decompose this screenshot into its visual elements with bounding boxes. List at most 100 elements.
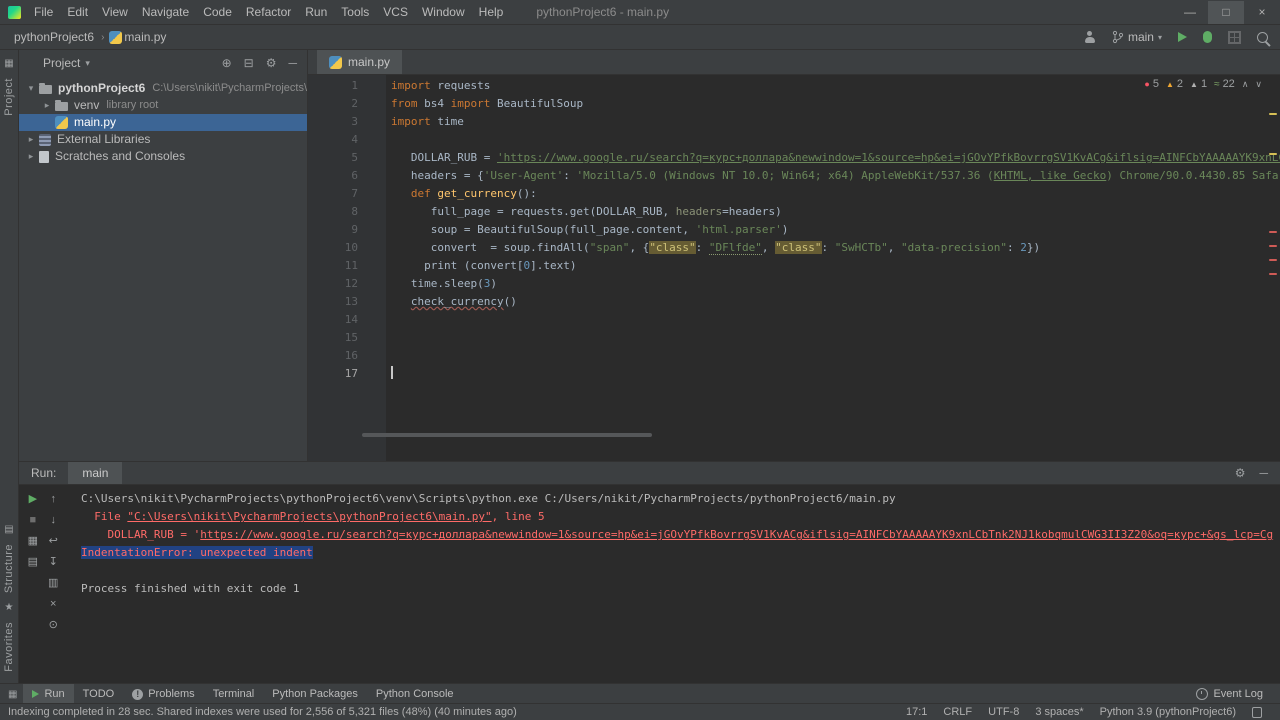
tab-main-py[interactable]: main.py — [317, 50, 403, 74]
menu-vcs[interactable]: VCS — [376, 1, 415, 24]
menu-help[interactable]: Help — [472, 1, 511, 24]
code-line[interactable]: from bs4 import BeautifulSoup — [391, 95, 1280, 113]
soft-wrap-icon[interactable]: ↩ — [49, 535, 58, 548]
console-link[interactable]: "C:\Users\nikit\PycharmProjects\pythonPr… — [127, 510, 491, 523]
code-area[interactable]: import requests from bs4 import Beautiful… — [386, 75, 1280, 461]
user-icon[interactable] — [1084, 30, 1096, 44]
maximize-button[interactable]: □ — [1208, 0, 1244, 24]
code-line[interactable]: soup = BeautifulSoup(full_page.content, … — [391, 221, 1280, 239]
code-line[interactable]: convert = soup.findAll("span", {"class":… — [391, 239, 1280, 257]
pin-icon[interactable]: ⊙ — [49, 619, 58, 632]
line-number[interactable]: 17 — [308, 365, 358, 383]
run-tab-main[interactable]: main — [68, 462, 123, 485]
menu-navigate[interactable]: Navigate — [135, 1, 196, 24]
tool-strip-favorites[interactable]: Favorites — [3, 622, 15, 672]
tree-item-scratches-and-consoles[interactable]: ▸ Scratches and Consoles — [19, 148, 307, 165]
menu-window[interactable]: Window — [415, 1, 472, 24]
debug-button[interactable] — [1203, 31, 1212, 43]
line-number[interactable]: 15 — [308, 329, 358, 347]
code-line[interactable]: full_page = requests.get(DOLLAR_RUB, hea… — [391, 203, 1280, 221]
tree-item-external-libraries[interactable]: ▸ External Libraries — [19, 131, 307, 148]
line-number[interactable]: 5 — [308, 149, 358, 167]
line-number[interactable]: 12 — [308, 275, 358, 293]
line-number[interactable]: 7 — [308, 185, 358, 203]
tree-item-main-py[interactable]: main.py — [19, 114, 307, 131]
git-branch-widget[interactable]: main ▾ — [1112, 30, 1162, 44]
code-line[interactable]: headers = {'User-Agent': 'Mozilla/5.0 (W… — [391, 167, 1280, 185]
code-line[interactable]: def get_currency(): — [391, 185, 1280, 203]
weak-badge[interactable]: ▲ 1 — [1190, 78, 1207, 90]
line-number[interactable]: 11 — [308, 257, 358, 275]
code-line[interactable] — [391, 365, 1280, 383]
rerun-icon[interactable]: ▶ — [29, 493, 37, 506]
line-number[interactable]: 6 — [308, 167, 358, 185]
error-stripe-mark[interactable] — [1269, 245, 1277, 247]
toolwindow-python-console[interactable]: Python Console — [367, 684, 463, 704]
locate-file-icon[interactable]: ⊕ — [222, 56, 232, 70]
scroll-to-end-icon[interactable]: ↧ — [49, 556, 58, 569]
breadcrumb-item[interactable]: main.py — [122, 30, 168, 44]
hide-panel-icon[interactable]: ─ — [288, 56, 297, 70]
show-options-icon[interactable]: ▤ — [28, 556, 38, 569]
stop-icon[interactable]: ■ — [29, 514, 36, 527]
error-stripe-mark[interactable] — [1269, 231, 1277, 233]
settings-icon[interactable]: ⚙ — [1235, 466, 1246, 480]
error-badge[interactable]: ● 5 — [1144, 78, 1159, 90]
tree-item-venv[interactable]: ▸ venv library root — [19, 97, 307, 114]
warning-stripe-mark[interactable] — [1269, 153, 1277, 155]
code-line[interactable] — [391, 329, 1280, 347]
menu-code[interactable]: Code — [196, 1, 239, 24]
warning-badge[interactable]: ▲ 2 — [1166, 78, 1183, 90]
warning-stripe-mark[interactable] — [1269, 113, 1277, 115]
line-number[interactable]: 9 — [308, 221, 358, 239]
menu-edit[interactable]: Edit — [60, 1, 95, 24]
line-number[interactable]: 3 — [308, 113, 358, 131]
collapse-all-icon[interactable]: ⊟ — [244, 56, 254, 70]
chevron-icon[interactable]: ▸ — [25, 148, 37, 165]
error-stripe[interactable] — [1267, 75, 1280, 461]
line-number[interactable]: 10 — [308, 239, 358, 257]
tool-windows-icon[interactable]: ▦ — [8, 689, 17, 700]
print-icon[interactable]: ▥ — [48, 577, 58, 590]
toolwindow-event-log[interactable]: Event Log — [1187, 684, 1272, 704]
run-button[interactable] — [1178, 32, 1187, 42]
tree-item-pythonproject6[interactable]: ▾ pythonProject6 C:\Users\nikit\PycharmPro… — [19, 80, 307, 97]
toolwindow-run[interactable]: Run — [23, 684, 74, 704]
typo-badge[interactable]: ≈22 — [1214, 78, 1235, 90]
chevron-icon[interactable]: ▸ — [25, 131, 37, 148]
restore-layout-icon[interactable]: ▦ — [28, 535, 38, 548]
editor-content[interactable]: 1 2 3 4 5 6 7 8 9 10 11 12 13 14 15 16 17 import request… — [308, 75, 1280, 462]
toolwindow-todo[interactable]: TODO — [74, 684, 124, 704]
code-line[interactable]: check_currency() — [391, 293, 1280, 311]
line-number[interactable]: 4 — [308, 131, 358, 149]
console-output[interactable]: C:\Users\nikit\PycharmProjects\pythonPro… — [67, 485, 1280, 686]
up-stack-icon[interactable]: ↑ — [50, 493, 56, 506]
line-number[interactable]: 8 — [308, 203, 358, 221]
line-number[interactable]: 13 — [308, 293, 358, 311]
tool-strip-project[interactable]: Project — [3, 78, 15, 116]
hide-panel-icon[interactable]: ─ — [1259, 466, 1268, 480]
search-everywhere-icon[interactable] — [1257, 31, 1268, 43]
status-segment-3-spaces-[interactable]: 3 spaces* — [1035, 706, 1083, 718]
code-line[interactable]: DOLLAR_RUB = 'https://www.google.ru/sear… — [391, 149, 1280, 167]
down-stack-icon[interactable]: ↓ — [50, 514, 56, 527]
menu-run[interactable]: Run — [298, 1, 334, 24]
code-line[interactable] — [391, 311, 1280, 329]
menu-tools[interactable]: Tools — [334, 1, 376, 24]
settings-icon[interactable]: ⚙ — [266, 56, 277, 70]
chevron-icon[interactable]: ▸ — [41, 97, 53, 114]
line-number[interactable]: 14 — [308, 311, 358, 329]
toolwindow-problems[interactable]: ! Problems — [123, 684, 203, 704]
code-line[interactable]: import time — [391, 113, 1280, 131]
minimize-button[interactable]: — — [1172, 1, 1208, 24]
status-segment-utf-8[interactable]: UTF-8 — [988, 706, 1019, 718]
line-number[interactable]: 1 — [308, 77, 358, 95]
error-stripe-mark[interactable] — [1269, 259, 1277, 261]
close-button[interactable]: × — [1244, 1, 1280, 24]
line-number[interactable]: 16 — [308, 347, 358, 365]
clear-all-icon[interactable]: × — [50, 598, 56, 611]
menu-file[interactable]: File — [27, 1, 60, 24]
chevron-icon[interactable]: ▾ — [25, 80, 37, 97]
project-panel-title[interactable]: Project — [43, 56, 80, 70]
line-number[interactable]: 2 — [308, 95, 358, 113]
